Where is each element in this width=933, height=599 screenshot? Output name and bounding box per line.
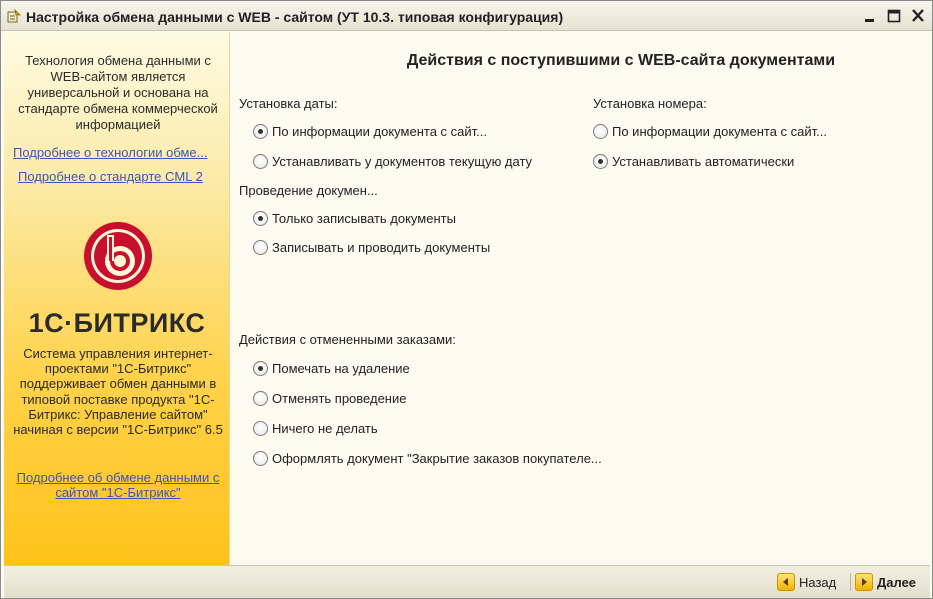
bitrix-logo-text: 1С·БИТРИКС [28, 308, 206, 338]
date-radio-current-date[interactable]: Устанавливать у документов текущую дату [253, 154, 532, 169]
date-radio-from-site[interactable]: По информации документа с сайт... [253, 124, 487, 139]
maximize-button[interactable] [885, 8, 903, 24]
title-bar[interactable]: Настройка обмена данными с WEB - сайтом … [1, 1, 932, 31]
radio-selected-icon [253, 124, 268, 139]
arrow-right-icon [855, 573, 873, 591]
cancel-radio-do-nothing[interactable]: Ничего не делать [253, 421, 378, 436]
footer-separator [850, 573, 851, 591]
maximize-icon [887, 9, 901, 23]
main-content: Действия с поступившими с WEB-сайта доку… [231, 32, 932, 565]
close-button[interactable] [909, 8, 927, 24]
page-heading: Действия с поступившими с WEB-сайта доку… [406, 52, 836, 69]
arrow-left-icon [777, 573, 795, 591]
next-button[interactable]: Далее [855, 572, 916, 592]
sidebar-intro: Технология обмена данными с WEB-сайтом я… [18, 53, 218, 132]
window-title: Настройка обмена данными с WEB - сайтом … [26, 9, 564, 25]
cml-standard-link[interactable]: Подробнее о стандарте CML 2 [18, 169, 228, 184]
date-group-label: Установка даты: [239, 96, 338, 111]
radio-selected-icon [253, 361, 268, 376]
back-button[interactable]: Назад [777, 572, 836, 592]
app-icon [7, 9, 21, 23]
wizard-window: Настройка обмена данными с WEB - сайтом … [0, 0, 933, 599]
sidebar-description: Система управления интернет-проектами "1… [13, 346, 223, 438]
radio-empty-icon [253, 240, 268, 255]
radio-empty-icon [253, 421, 268, 436]
bitrix-logo-icon [84, 222, 152, 290]
wizard-footer: Назад Далее [4, 565, 930, 598]
number-group-label: Установка номера: [593, 96, 707, 111]
radio-selected-icon [593, 154, 608, 169]
bitrix-exchange-link[interactable]: Подробнее об обмене данными с сайтом "1С… [8, 470, 228, 500]
cancel-group-label: Действия с отмененными заказами: [239, 332, 456, 347]
radio-empty-icon [253, 154, 268, 169]
posting-group-label: Проведение докумен... [239, 183, 378, 198]
technology-link[interactable]: Подробнее о технологии обме... [13, 145, 227, 160]
cancel-radio-close-orders[interactable]: Оформлять документ "Закрытие заказов пок… [253, 451, 602, 466]
radio-empty-icon [253, 451, 268, 466]
sidebar-panel: Технология обмена данными с WEB-сайтом я… [4, 32, 230, 565]
cancel-radio-unpost[interactable]: Отменять проведение [253, 391, 406, 406]
posting-radio-write-and-post[interactable]: Записывать и проводить документы [253, 240, 490, 255]
posting-radio-write-only[interactable]: Только записывать документы [253, 211, 456, 226]
radio-empty-icon [593, 124, 608, 139]
radio-empty-icon [253, 391, 268, 406]
close-icon [912, 9, 924, 22]
minimize-icon [865, 19, 874, 22]
cancel-radio-mark-delete[interactable]: Помечать на удаление [253, 361, 410, 376]
number-radio-automatic[interactable]: Устанавливать автоматически [593, 154, 794, 169]
radio-selected-icon [253, 211, 268, 226]
number-radio-from-site[interactable]: По информации документа с сайт... [593, 124, 827, 139]
minimize-button[interactable] [861, 8, 879, 24]
